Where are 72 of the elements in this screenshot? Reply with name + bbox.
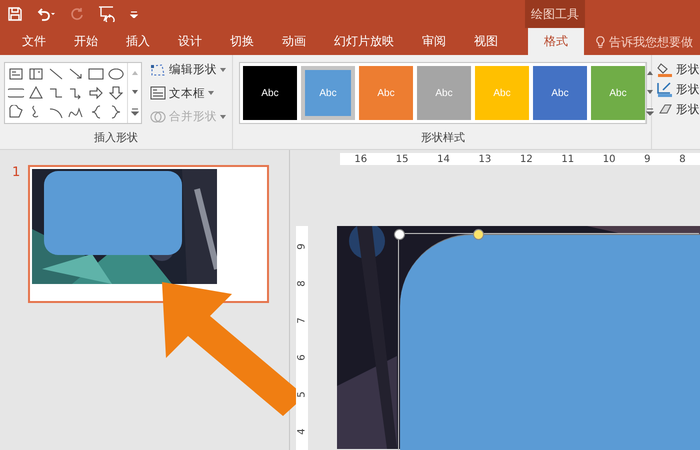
redo-icon xyxy=(70,7,84,21)
merge-shapes-icon xyxy=(150,110,166,124)
shape-icon xyxy=(8,104,24,118)
ruler-number: 16 xyxy=(354,154,368,164)
shape-style-option[interactable]: Abc xyxy=(591,66,645,120)
ribbon-tab[interactable]: 切换 xyxy=(216,28,268,55)
text-box-icon xyxy=(150,86,166,100)
slide-thumbnail[interactable] xyxy=(28,165,270,303)
more-icon[interactable] xyxy=(646,108,654,116)
ribbon-tab[interactable]: 格式 xyxy=(528,28,584,55)
caret-icon xyxy=(220,68,226,72)
shape-icon xyxy=(8,66,24,80)
ruler-number: 7 xyxy=(296,317,308,324)
shape-icon xyxy=(8,86,24,100)
ruler-number: 9 xyxy=(296,243,308,250)
ruler-number: 9 xyxy=(644,154,651,164)
caret-icon xyxy=(208,91,214,95)
edit-points-icon xyxy=(150,62,166,76)
shape-icon xyxy=(88,86,104,100)
shape-icon xyxy=(28,86,44,100)
ruler-number: 8 xyxy=(296,280,308,287)
ruler-number: 4 xyxy=(296,428,308,435)
undo-icon[interactable] xyxy=(36,7,56,21)
group-label: 插入形状 xyxy=(94,130,138,145)
shape-icon xyxy=(88,66,104,80)
ruler-number: 12 xyxy=(520,154,533,164)
shape-style-option[interactable]: Abc xyxy=(359,66,413,120)
slide-number: 1 xyxy=(12,165,20,182)
ribbon-tab[interactable]: 幻灯片放映 xyxy=(320,28,408,55)
shape-icon xyxy=(108,86,124,100)
save-icon[interactable] xyxy=(8,7,22,21)
shape-icon xyxy=(108,66,124,80)
more-icon[interactable] xyxy=(130,108,138,116)
tell-me-field[interactable]: 告诉我您想要做 xyxy=(596,28,700,55)
paint-bucket-icon xyxy=(657,62,673,77)
ribbon-command[interactable]: 形状 xyxy=(657,82,700,97)
ruler-number: 5 xyxy=(296,391,308,398)
ribbon-tab[interactable]: 文件 xyxy=(8,28,60,55)
ribbon-tab[interactable]: 审阅 xyxy=(408,28,460,55)
ruler-number: 14 xyxy=(437,154,450,164)
scroll-up-icon[interactable] xyxy=(646,70,654,76)
context-tab-label: 绘图工具 xyxy=(525,0,585,28)
ruler-number: 15 xyxy=(396,154,408,164)
scroll-down-icon[interactable] xyxy=(646,88,654,95)
ruler-number: 8 xyxy=(679,154,686,164)
shape-icon xyxy=(48,66,64,80)
lightbulb-icon xyxy=(596,34,605,48)
shape-icon xyxy=(28,66,44,80)
group-label: 形状样式 xyxy=(421,130,465,145)
dropdown-icon[interactable] xyxy=(130,10,138,18)
ribbon-command[interactable]: 形状 xyxy=(657,102,700,117)
shape-style-option[interactable]: Abc xyxy=(301,66,355,120)
slideshow-icon[interactable] xyxy=(98,6,116,22)
shape-icon xyxy=(48,86,64,100)
pencil-icon xyxy=(657,82,673,97)
ribbon-tab[interactable]: 开始 xyxy=(60,28,112,55)
ribbon-command[interactable]: 编辑形状 xyxy=(150,62,226,77)
shape-icon xyxy=(68,66,84,80)
shape-style-option[interactable]: Abc xyxy=(243,66,297,120)
ribbon-tab[interactable]: 插入 xyxy=(112,28,164,55)
caret-icon xyxy=(220,114,226,118)
ruler-number: 11 xyxy=(561,154,574,164)
ruler-number: 13 xyxy=(478,154,492,164)
shape-style-option[interactable]: Abc xyxy=(533,66,587,120)
scroll-down-icon[interactable] xyxy=(130,88,138,95)
ribbon-tab[interactable]: 动画 xyxy=(268,28,320,55)
ribbon-tab[interactable]: 设计 xyxy=(164,28,216,55)
ribbon-command[interactable]: 文本框 xyxy=(150,86,226,100)
ribbon-command[interactable]: 形状 xyxy=(657,62,700,77)
ruler-number: 6 xyxy=(296,354,308,361)
ribbon-tab[interactable]: 视图 xyxy=(460,28,512,55)
ruler-number: 10 xyxy=(602,154,616,164)
